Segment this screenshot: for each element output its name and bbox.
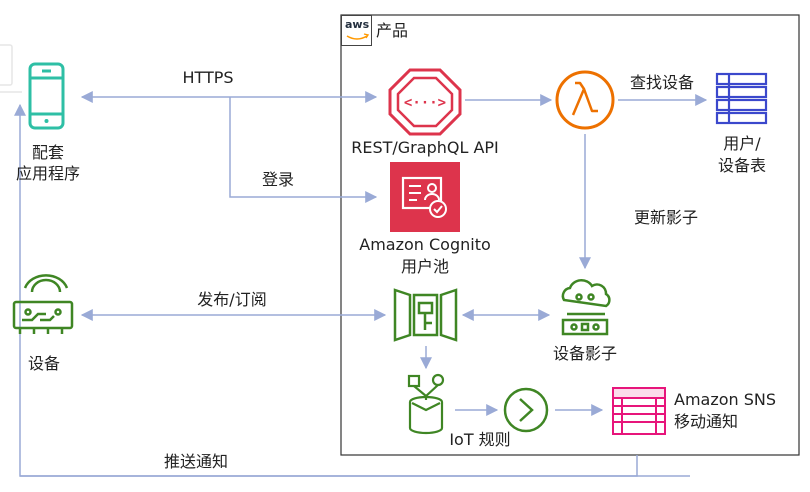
edge-label-login: 登录 — [261, 170, 295, 189]
companion-app-label-line2: 应用程序 — [15, 164, 81, 183]
api-gateway-icon: <···> — [388, 68, 462, 136]
sns-notification-icon — [612, 387, 666, 435]
edge-label-pubsub: 发布/订阅 — [197, 290, 267, 309]
table-icon — [715, 72, 768, 125]
sns-label-line2: 移动通知 — [674, 412, 739, 431]
device-label: 设备 — [27, 354, 61, 373]
table-label-line1: 用户/ — [723, 134, 761, 153]
aws-logo: aws — [341, 15, 372, 46]
cognito-label-line2: 用户池 — [400, 257, 450, 276]
edge-label-lookup: 查找设备 — [629, 73, 695, 92]
svg-text:<···>: <···> — [404, 95, 446, 111]
edge-label-update-shadow: 更新影子 — [633, 208, 699, 227]
edge-label-push: 推送通知 — [163, 452, 229, 471]
device-shadow-label: 设备影子 — [552, 344, 618, 363]
iot-rule-icon — [407, 373, 445, 435]
iot-core-icon — [393, 288, 458, 342]
circuit-board-icon — [12, 274, 74, 334]
container-title: 产品 — [376, 21, 409, 40]
background-device-outline — [0, 44, 22, 93]
architecture-diagram: <···> aws 产品 配套 应用程序 设备 REST/GraphQL API… — [0, 0, 810, 492]
lambda-icon — [555, 70, 615, 130]
iot-rule-label: IoT 规则 — [449, 430, 511, 449]
edge-label-https: HTTPS — [182, 68, 234, 87]
companion-app-label-line1: 配套 — [31, 143, 65, 162]
iot-action-icon — [503, 387, 549, 433]
cognito-user-pool-icon — [390, 162, 460, 232]
cognito-label-line1: Amazon Cognito — [359, 235, 491, 254]
sns-label-line1: Amazon SNS — [674, 390, 777, 409]
rest-api-label: REST/GraphQL API — [351, 138, 499, 157]
table-label-line2: 设备表 — [717, 156, 767, 175]
device-shadow-icon — [561, 279, 611, 336]
aws-smile-icon — [346, 33, 370, 40]
mobile-phone-icon — [28, 62, 65, 130]
